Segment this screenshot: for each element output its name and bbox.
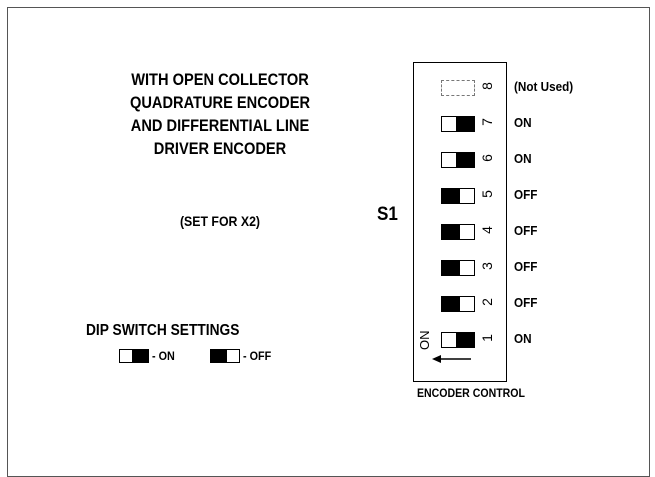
legend-off: - OFF bbox=[210, 348, 274, 364]
heading-line-3: AND DIFFERENTIAL LINE bbox=[130, 116, 310, 135]
legend-on-switch-icon bbox=[119, 349, 149, 363]
set-for-note: (SET FOR X2) bbox=[179, 213, 261, 229]
dip-switch-5-toggle-icon bbox=[441, 188, 475, 204]
encoder-control-label: ENCODER CONTROL bbox=[417, 386, 525, 400]
dip-switch-settings-title: DIP SWITCH SETTINGS bbox=[86, 322, 240, 339]
dip-switch-number: 6 bbox=[479, 154, 495, 162]
heading-line-2: QUADRATURE ENCODER bbox=[129, 93, 311, 112]
dip-switch-1-state: ON bbox=[514, 331, 532, 346]
dip-switch-5-state: OFF bbox=[514, 187, 538, 202]
dip-switch-number: 2 bbox=[479, 298, 495, 306]
dip-switch-4-toggle-icon bbox=[441, 224, 475, 240]
on-direction-label: ON bbox=[417, 330, 432, 351]
dip-switch-2-toggle-icon bbox=[441, 296, 475, 312]
dip-switch-4-state: OFF bbox=[514, 223, 538, 238]
dip-switch-3-state: OFF bbox=[514, 259, 538, 274]
dip-switch-8-toggle-icon bbox=[441, 80, 475, 96]
on-direction-arrow-icon bbox=[432, 355, 471, 363]
dip-switch-row: 4 bbox=[414, 221, 506, 241]
dip-switch-8-state: (Not Used) bbox=[514, 79, 574, 94]
dip-switch-row: 2 bbox=[414, 293, 506, 313]
dip-switch-number: 5 bbox=[479, 190, 495, 198]
dip-switch-2-state: OFF bbox=[514, 295, 538, 310]
dip-switch-6-toggle-icon bbox=[441, 152, 475, 168]
legend-on-label: - ON bbox=[152, 349, 175, 363]
dip-switch-row: 3 bbox=[414, 257, 506, 277]
heading-line-1: WITH OPEN COLLECTOR bbox=[131, 70, 309, 89]
heading: WITH OPEN COLLECTOR QUADRATURE ENCODER A… bbox=[82, 68, 357, 160]
dip-switch-number: 8 bbox=[479, 82, 495, 90]
dip-switch-row: 5 bbox=[414, 185, 506, 205]
dip-switch-number: 1 bbox=[479, 334, 495, 342]
dip-switch-3-toggle-icon bbox=[441, 260, 475, 276]
dip-switch-number: 7 bbox=[479, 118, 495, 126]
dip-switch-row: 8 bbox=[414, 77, 506, 97]
dip-switch-number: 4 bbox=[479, 226, 495, 234]
dip-switch-7-state: ON bbox=[514, 115, 532, 130]
dip-switch-7-toggle-icon bbox=[441, 116, 475, 132]
heading-line-4: DRIVER ENCODER bbox=[153, 139, 287, 158]
legend-off-switch-icon bbox=[210, 349, 240, 363]
dip-switch-6-state: ON bbox=[514, 151, 532, 166]
dip-switch-row: 6 bbox=[414, 149, 506, 169]
switch-label: S1 bbox=[377, 204, 398, 225]
dip-switch-1-toggle-icon bbox=[441, 332, 475, 348]
legend-off-label: - OFF bbox=[243, 349, 272, 363]
legend-on: - ON bbox=[119, 348, 177, 364]
dip-switch-row: 7 bbox=[414, 113, 506, 133]
dip-switch-number: 3 bbox=[479, 262, 495, 270]
